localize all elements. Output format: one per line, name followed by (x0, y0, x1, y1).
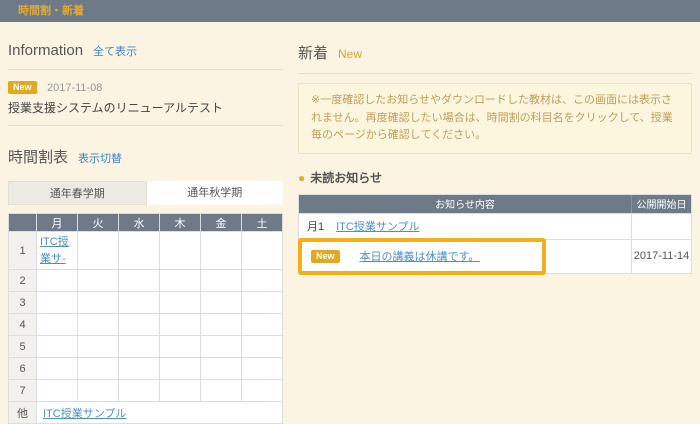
page-title: 時間割・新着 (18, 5, 84, 17)
timetable-row-4: 4 (9, 314, 283, 336)
period-label-other: 他 (9, 402, 37, 424)
slot-wed-1 (119, 232, 160, 270)
course-link-other[interactable]: ITC授業サンプル (43, 408, 126, 420)
course-link-mon-1[interactable]: ITC授業サ‐ (37, 232, 77, 269)
period-label-2: 2 (9, 270, 37, 292)
information-date: 2017-11-08 (47, 82, 102, 94)
news-subtitle: New (338, 47, 362, 61)
timetable-row-2: 2 (9, 270, 283, 292)
day-header-fri: 金 (201, 214, 242, 232)
news-title: 新着 (298, 42, 328, 63)
timetable-row-7: 7 (9, 380, 283, 402)
timetable-title: 時間割表 (8, 146, 68, 167)
timetable-row-3: 3 (9, 292, 283, 314)
day-header-wed: 水 (119, 214, 160, 232)
new-badge: New (311, 250, 340, 263)
show-all-link[interactable]: 全て表示 (93, 43, 137, 59)
timetable-grid: 月 火 水 木 金 土 1 ITC授業サ‐ 2 3 4 (8, 213, 283, 424)
information-title: Information (8, 42, 83, 59)
new-badge: New (8, 81, 37, 94)
day-header-mon: 月 (37, 214, 78, 232)
period-label-3: 3 (9, 292, 37, 314)
day-header-sat: 土 (242, 214, 283, 232)
period-label-4: 4 (9, 314, 37, 336)
table-row: New 本日の講義は休講です。 2017-11-14 (299, 239, 691, 273)
announcement-link-course[interactable]: ITC授業サンプル (336, 218, 419, 234)
timetable-row-1: 1 ITC授業サ‐ (9, 232, 283, 270)
header-date-column: 公開開始日 (631, 195, 691, 213)
timetable-row-5: 5 (9, 336, 283, 358)
tab-spring-semester[interactable]: 通年春学期 (8, 181, 147, 205)
timetable-row-6: 6 (9, 358, 283, 380)
left-column: Information 全て表示 New 2017-11-08 授業支援システム… (8, 22, 283, 424)
announcements-table: お知らせ内容 公開開始日 月1 ITC授業サンプル New 本日の講義は休講です… (298, 194, 692, 274)
notice-box: ※一度確認したお知らせやダウンロードした教材は、この画面には表示されません。再度… (298, 83, 692, 154)
period-label-6: 6 (9, 358, 37, 380)
row-date: 2017-11-14 (631, 240, 691, 273)
slot-sat-1 (242, 232, 283, 270)
top-bar: 時間割・新着 (0, 0, 700, 22)
unread-section-title: ● 未読お知らせ (298, 169, 692, 186)
slot-fri-1 (201, 232, 242, 270)
header-content-column: お知らせ内容 (299, 196, 631, 211)
unread-bullet-icon: ● (298, 171, 305, 185)
timetable-corner-cell (9, 214, 37, 232)
period-label-5: 5 (9, 336, 37, 358)
timetable-day-header: 月 火 水 木 金 土 (9, 214, 283, 232)
slot-tue-1 (78, 232, 119, 270)
information-header: Information 全て表示 (8, 42, 283, 70)
information-item: New 2017-11-08 授業支援システムのリニューアルテスト (8, 70, 283, 126)
news-header: 新着 New (298, 42, 692, 74)
day-header-thu: 木 (160, 214, 201, 232)
right-column: 新着 New ※一度確認したお知らせやダウンロードした教材は、この画面には表示さ… (298, 22, 692, 274)
announcements-table-header: お知らせ内容 公開開始日 (299, 195, 691, 213)
row-date (631, 214, 691, 239)
unread-title-text: 未読お知らせ (310, 171, 382, 185)
tab-autumn-semester[interactable]: 通年秋学期 (147, 181, 284, 205)
row-prefix: 月1 (307, 218, 324, 234)
announcement-link-cancellation[interactable]: 本日の講義は休講です。 (360, 248, 480, 264)
semester-tabs: 通年春学期 通年秋学期 (8, 181, 283, 205)
slot-other: ITC授業サンプル (37, 402, 283, 424)
day-header-tue: 火 (78, 214, 119, 232)
timetable-row-other: 他 ITC授業サンプル (9, 402, 283, 424)
slot-thu-1 (160, 232, 201, 270)
display-toggle-link[interactable]: 表示切替 (78, 150, 122, 166)
period-label-7: 7 (9, 380, 37, 402)
table-row: 月1 ITC授業サンプル (299, 213, 691, 239)
slot-mon-1: ITC授業サ‐ (37, 232, 78, 270)
timetable-header: 時間割表 表示切替 (8, 146, 283, 167)
period-label-1: 1 (9, 232, 37, 270)
information-text: 授業支援システムのリニューアルテスト (8, 99, 283, 116)
